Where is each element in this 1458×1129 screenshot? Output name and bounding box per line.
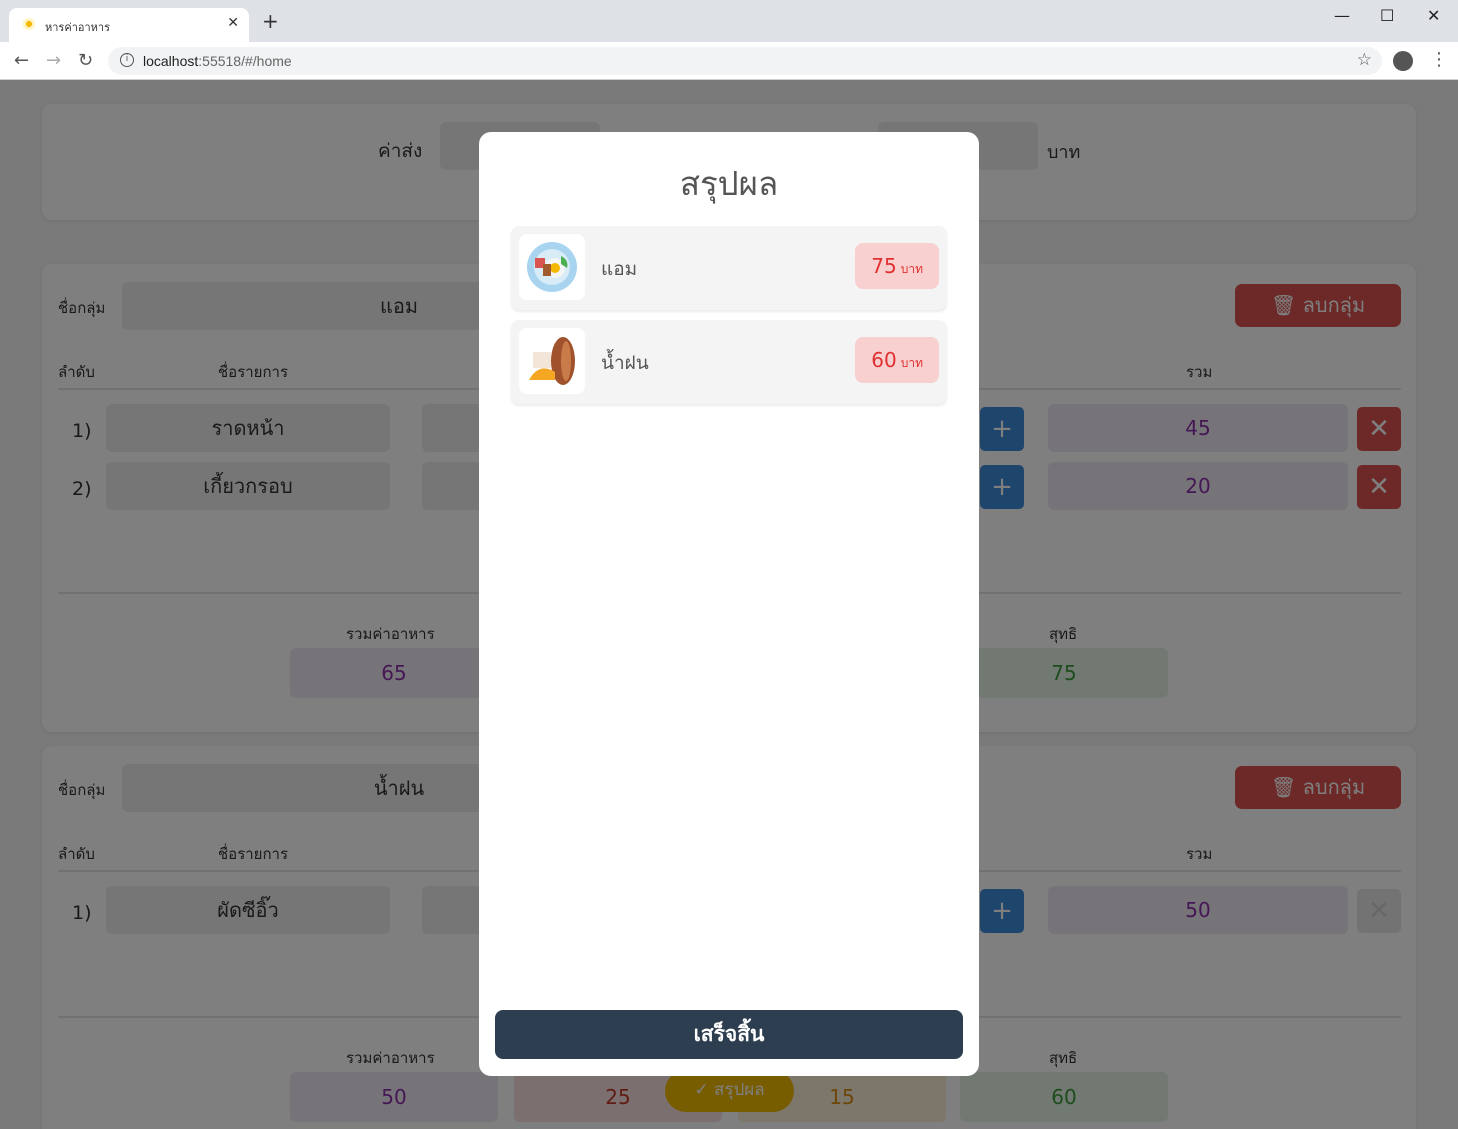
result-price-badge: 75 บาท: [855, 243, 939, 289]
result-amount: 75: [871, 254, 897, 278]
forward-icon[interactable]: →: [46, 50, 61, 71]
egg-favicon-icon: [23, 18, 35, 30]
info-icon[interactable]: i: [120, 53, 134, 67]
done-button[interactable]: เสร็จสิ้น: [495, 1010, 963, 1059]
back-icon[interactable]: ←: [14, 50, 29, 71]
result-amount: 60: [871, 348, 897, 372]
minimize-icon[interactable]: —: [1334, 6, 1350, 25]
bread-food-icon: [519, 328, 585, 394]
maximize-icon[interactable]: ☐: [1380, 6, 1394, 25]
modal-title: สรุปผล: [679, 164, 779, 203]
result-item: น้ำฝน 60 บาท: [511, 320, 947, 404]
close-tab-icon[interactable]: ✕: [227, 15, 239, 31]
result-unit: บาท: [900, 356, 923, 370]
url-host: localhost: [143, 53, 199, 69]
url-field[interactable]: i localhost:55518/#/home ☆: [108, 47, 1382, 75]
url-text: localhost:55518/#/home: [143, 53, 292, 69]
url-path: :55518/#/home: [198, 53, 292, 69]
new-tab-icon[interactable]: +: [262, 11, 279, 31]
browser-tabbar: หารค่าอาหาร ✕ + — ☐ ✕: [0, 0, 1458, 42]
bookmark-star-icon[interactable]: ☆: [1357, 50, 1372, 70]
profile-avatar-icon[interactable]: [1393, 51, 1413, 71]
address-bar: ← → ↻ i localhost:55518/#/home ☆ ⋮: [0, 42, 1458, 80]
result-unit: บาท: [900, 262, 923, 276]
summary-modal: สรุปผล แอม 75 บาท น้ำฝน 60 บาท เสร็จสิ้น: [479, 132, 979, 1076]
menu-kebab-icon[interactable]: ⋮: [1430, 49, 1448, 70]
browser-tab[interactable]: หารค่าอาหาร ✕: [9, 8, 249, 42]
reload-icon[interactable]: ↻: [78, 50, 93, 71]
tab-title: หารค่าอาหาร: [45, 21, 110, 34]
window-close-icon[interactable]: ✕: [1427, 6, 1440, 25]
result-price-badge: 60 บาท: [855, 337, 939, 383]
result-item: แอม 75 บาท: [511, 226, 947, 310]
plate-food-icon: [519, 234, 585, 300]
result-name: น้ำฝน: [601, 352, 649, 374]
result-name: แอม: [601, 258, 638, 280]
